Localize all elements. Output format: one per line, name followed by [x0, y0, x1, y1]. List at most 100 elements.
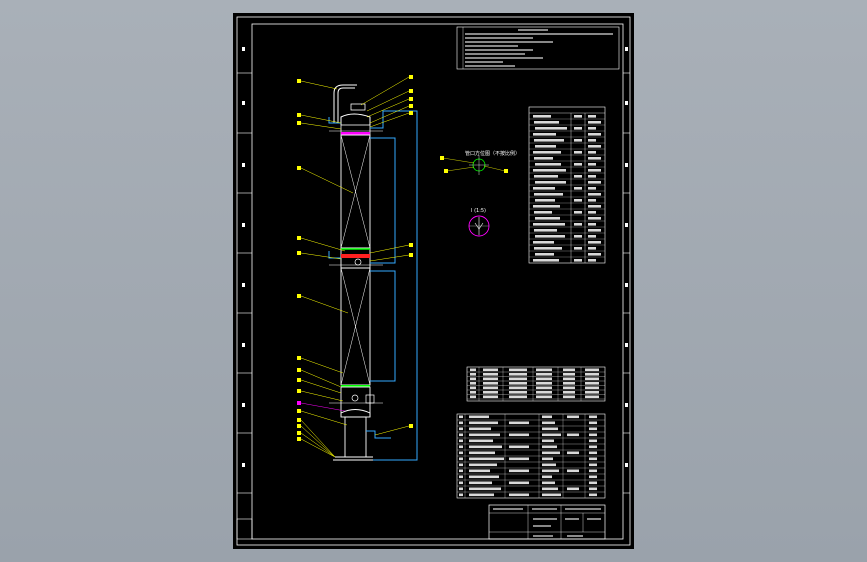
skirt [344, 416, 367, 458]
illegible-text-run [534, 139, 564, 142]
illegible-text-run [535, 181, 566, 184]
illegible-text-run [536, 386, 552, 390]
illegible-text-run [470, 373, 476, 376]
illegible-text-run [589, 481, 597, 485]
left-strip-block [236, 518, 253, 540]
illegible-text-run [542, 433, 561, 437]
bottom-section [340, 386, 371, 418]
illegible-text-run [509, 373, 527, 376]
illegible-text-run [509, 368, 527, 372]
illegible-text-run [459, 463, 463, 467]
illegible-text-run [509, 391, 527, 394]
illegible-text-run [574, 139, 582, 142]
illegible-text-run [469, 469, 490, 473]
illegible-text-run [589, 475, 597, 479]
illegible-text-run [542, 427, 558, 431]
illegible-text-run [542, 421, 555, 425]
illegible-text-run [534, 211, 552, 214]
illegible-text-run [588, 139, 596, 142]
illegible-text-run [459, 433, 463, 437]
illegible-text-run [589, 439, 597, 443]
illegible-text-run [585, 377, 599, 381]
nozzle-table [466, 366, 606, 402]
illegible-text-run [483, 386, 498, 390]
nozzle-orientation-detail: 管口方位图（不按比例） [440, 150, 520, 175]
balloon-leaders-left [300, 80, 354, 458]
illegible-text-run [483, 373, 498, 376]
illegible-text-run [542, 481, 555, 485]
illegible-text-run [588, 187, 596, 190]
outer-frame [236, 16, 631, 546]
illegible-text-run [542, 487, 558, 491]
illegible-text-run [589, 469, 597, 473]
middle-tray-red [341, 254, 370, 258]
parts-list-table [456, 413, 606, 499]
illegible-text-run [536, 382, 552, 385]
illegible-text-run [534, 157, 553, 160]
illegible-text-run [509, 469, 529, 473]
illegible-text-run [469, 463, 497, 467]
illegible-text-run [589, 451, 597, 455]
illegible-text-run [589, 427, 597, 431]
illegible-text-run [588, 223, 596, 226]
illegible-text-run [563, 382, 575, 385]
illegible-text-run [542, 445, 557, 449]
illegible-text-run [567, 469, 579, 473]
illegible-text-run [535, 163, 561, 166]
illegible-text-run [509, 481, 529, 485]
bottom-head [340, 409, 371, 417]
illegible-text-run [542, 415, 552, 419]
illegible-text-run [470, 382, 476, 385]
illegible-text-run [589, 445, 597, 449]
illegible-text-run [459, 487, 463, 491]
illegible-text-run [469, 475, 499, 479]
illegible-text-run [588, 235, 596, 238]
illegible-text-run [589, 493, 597, 497]
illegible-text-run [563, 391, 575, 394]
illegible-text-run [574, 259, 582, 262]
illegible-text-run [585, 391, 599, 394]
technical-requirements-block [456, 26, 620, 70]
illegible-text-run [459, 445, 463, 449]
illegible-text-run [588, 163, 596, 166]
illegible-text-run [542, 493, 561, 497]
illegible-text-run [588, 241, 601, 244]
illegible-text-run [542, 439, 554, 443]
illegible-text-run [470, 386, 476, 390]
illegible-text-run [536, 373, 552, 376]
illegible-text-run [567, 433, 579, 437]
illegible-text-run [459, 481, 463, 485]
illegible-text-run [588, 115, 596, 118]
illegible-text-run [533, 151, 561, 154]
illegible-text-run [574, 115, 582, 118]
illegible-text-run [585, 395, 599, 399]
illegible-text-run [509, 493, 529, 497]
illegible-text-run [588, 145, 601, 148]
illegible-text-run [483, 395, 498, 399]
illegible-text-run [459, 457, 463, 461]
illegible-text-run [469, 415, 489, 419]
illegible-text-run [459, 451, 463, 455]
illegible-text-run [459, 439, 463, 443]
illegible-text-run [588, 211, 596, 214]
illegible-text-run [585, 382, 599, 385]
illegible-text-run [470, 391, 476, 394]
illegible-text-run [589, 433, 597, 437]
illegible-text-run [470, 368, 476, 372]
illegible-text-run [588, 181, 601, 184]
illegible-text-run [469, 451, 495, 455]
illegible-text-run [567, 415, 579, 419]
illegible-text-run [535, 235, 565, 238]
illegible-text-run [542, 469, 559, 473]
illegible-text-run [574, 187, 582, 190]
illegible-text-run [563, 386, 575, 390]
illegible-text-run [574, 175, 582, 178]
distillation-column [329, 84, 383, 461]
illegible-text-run [585, 373, 599, 376]
illegible-text-run [535, 253, 554, 256]
illegible-text-run [534, 229, 557, 232]
illegible-text-run [588, 229, 601, 232]
illegible-text-run [533, 187, 555, 190]
illegible-text-run [536, 377, 552, 381]
top-flange [350, 103, 366, 111]
